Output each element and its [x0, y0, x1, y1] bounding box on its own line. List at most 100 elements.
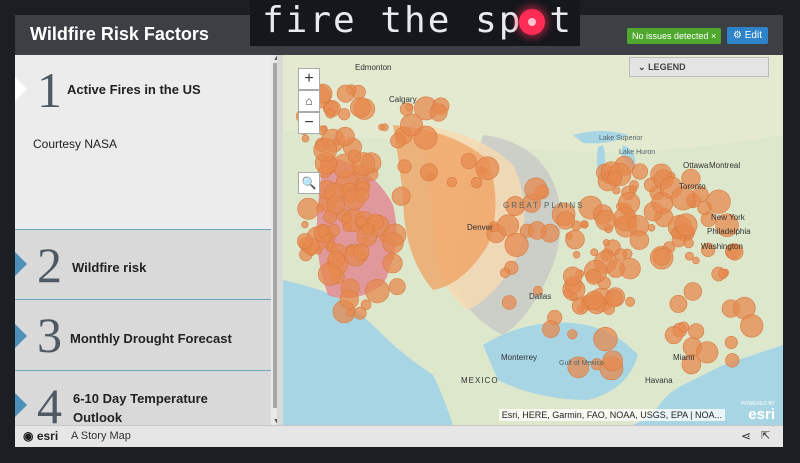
fire-marker[interactable] [336, 84, 355, 103]
search-button[interactable]: 🔍 [298, 172, 320, 194]
fire-marker[interactable] [350, 97, 371, 118]
fire-marker[interactable] [652, 247, 671, 266]
fire-marker[interactable] [606, 259, 625, 278]
entry-1[interactable]: 1 Active Fires in the US Courtesy NASA [15, 55, 271, 230]
fire-marker[interactable] [602, 350, 624, 372]
fire-marker[interactable] [342, 223, 352, 232]
fire-marker[interactable] [327, 250, 346, 269]
fire-marker[interactable] [338, 108, 351, 121]
fire-marker[interactable] [301, 221, 309, 229]
fire-marker[interactable] [684, 251, 694, 261]
fire-marker[interactable] [361, 223, 374, 235]
fire-marker[interactable] [380, 123, 389, 132]
fire-marker[interactable] [397, 159, 412, 174]
fire-marker[interactable] [569, 292, 578, 301]
fire-marker[interactable] [528, 221, 547, 240]
fire-marker[interactable] [497, 214, 520, 237]
fire-marker[interactable] [669, 294, 688, 313]
fire-marker[interactable] [585, 268, 602, 285]
fire-marker[interactable] [504, 232, 529, 257]
fire-marker[interactable] [542, 320, 560, 338]
footer-caption[interactable]: A Story Map [71, 430, 131, 442]
fire-marker[interactable] [563, 266, 583, 286]
fire-marker[interactable] [399, 102, 413, 116]
fire-marker[interactable] [341, 213, 352, 224]
share-icon[interactable]: ⋖ [741, 429, 751, 443]
fire-marker[interactable] [607, 171, 623, 186]
fire-marker[interactable] [593, 327, 618, 352]
fire-marker[interactable] [360, 299, 372, 311]
fire-marker[interactable] [420, 163, 438, 182]
fire-marker[interactable] [696, 341, 719, 364]
fire-marker[interactable] [567, 329, 578, 340]
issues-badge[interactable]: No issues detected × [627, 28, 722, 44]
edit-button[interactable]: ⚙ Edit [727, 27, 768, 44]
scroll-down-arrow[interactable]: ▼ [273, 418, 277, 425]
fire-marker[interactable] [382, 253, 403, 274]
zoom-out-button[interactable]: − [298, 112, 320, 134]
fire-marker[interactable] [326, 195, 346, 215]
fire-marker[interactable] [625, 296, 635, 307]
fire-marker[interactable] [500, 267, 511, 278]
fire-marker[interactable] [584, 290, 604, 310]
fire-marker[interactable] [365, 279, 390, 304]
fire-marker[interactable] [524, 177, 548, 201]
fire-marker[interactable] [683, 282, 702, 301]
fire-marker[interactable] [460, 153, 477, 170]
fire-marker[interactable] [391, 186, 411, 206]
fire-marker[interactable] [724, 335, 738, 349]
fire-marker[interactable] [692, 256, 700, 265]
home-button[interactable]: ⌂ [298, 90, 320, 112]
fire-map[interactable]: Edmonton Calgary Ottawa Montreal Toronto… [283, 55, 783, 425]
fire-marker[interactable] [688, 323, 705, 340]
fire-marker[interactable] [595, 209, 617, 231]
fire-marker[interactable] [382, 232, 404, 254]
fire-marker[interactable] [347, 149, 362, 164]
fire-marker[interactable] [400, 113, 423, 137]
scroll-up-arrow[interactable]: ▲ [273, 55, 277, 62]
fire-marker[interactable] [296, 233, 313, 249]
fire-marker[interactable] [697, 200, 712, 215]
fire-marker[interactable] [664, 326, 683, 345]
scroll-thumb[interactable] [273, 63, 277, 408]
fire-marker[interactable] [352, 244, 370, 261]
fire-marker[interactable] [629, 230, 650, 250]
fire-marker[interactable] [390, 133, 406, 149]
fire-marker[interactable] [718, 268, 729, 279]
fire-marker[interactable] [580, 220, 589, 229]
fire-marker[interactable] [614, 248, 627, 261]
fire-marker[interactable] [316, 204, 325, 213]
fire-marker[interactable] [683, 237, 694, 249]
fire-marker[interactable] [355, 188, 370, 203]
fire-marker[interactable] [471, 176, 483, 189]
sidepanel-scrollbar[interactable]: ▲ ▼ [271, 55, 277, 425]
fire-marker[interactable] [335, 126, 355, 147]
fire-marker[interactable] [297, 197, 320, 220]
fire-marker[interactable] [388, 278, 406, 296]
fire-marker[interactable] [501, 295, 517, 310]
fire-marker[interactable] [446, 176, 457, 188]
fire-marker[interactable] [647, 224, 656, 232]
fire-marker[interactable] [725, 353, 740, 368]
fire-marker[interactable] [629, 185, 638, 194]
fire-marker[interactable] [325, 108, 336, 119]
fire-marker[interactable] [313, 138, 338, 162]
entry-4[interactable]: 4 6-10 Day Temperature Outlook [15, 371, 271, 425]
legend-panel[interactable]: ⌄ LEGEND [629, 57, 769, 77]
fire-marker[interactable] [565, 229, 585, 250]
fire-marker[interactable] [572, 251, 581, 259]
open-new-tab-icon[interactable]: ⇱ [761, 429, 770, 442]
esri-footer-logo[interactable]: ◉ esri [23, 429, 58, 443]
fire-marker[interactable] [429, 103, 448, 122]
zoom-in-button[interactable]: + [298, 68, 320, 90]
fire-marker[interactable] [674, 213, 698, 237]
entry-2[interactable]: 2 Wildfire risk [15, 230, 271, 300]
fire-marker[interactable] [339, 290, 359, 310]
fire-marker[interactable] [556, 211, 575, 230]
entry-3[interactable]: 3 Monthly Drought Forecast [15, 300, 271, 371]
fire-marker[interactable] [346, 308, 355, 317]
fire-marker[interactable] [631, 163, 649, 180]
fire-marker[interactable] [475, 156, 500, 181]
fire-marker[interactable] [605, 289, 623, 307]
fire-marker[interactable] [301, 134, 310, 143]
